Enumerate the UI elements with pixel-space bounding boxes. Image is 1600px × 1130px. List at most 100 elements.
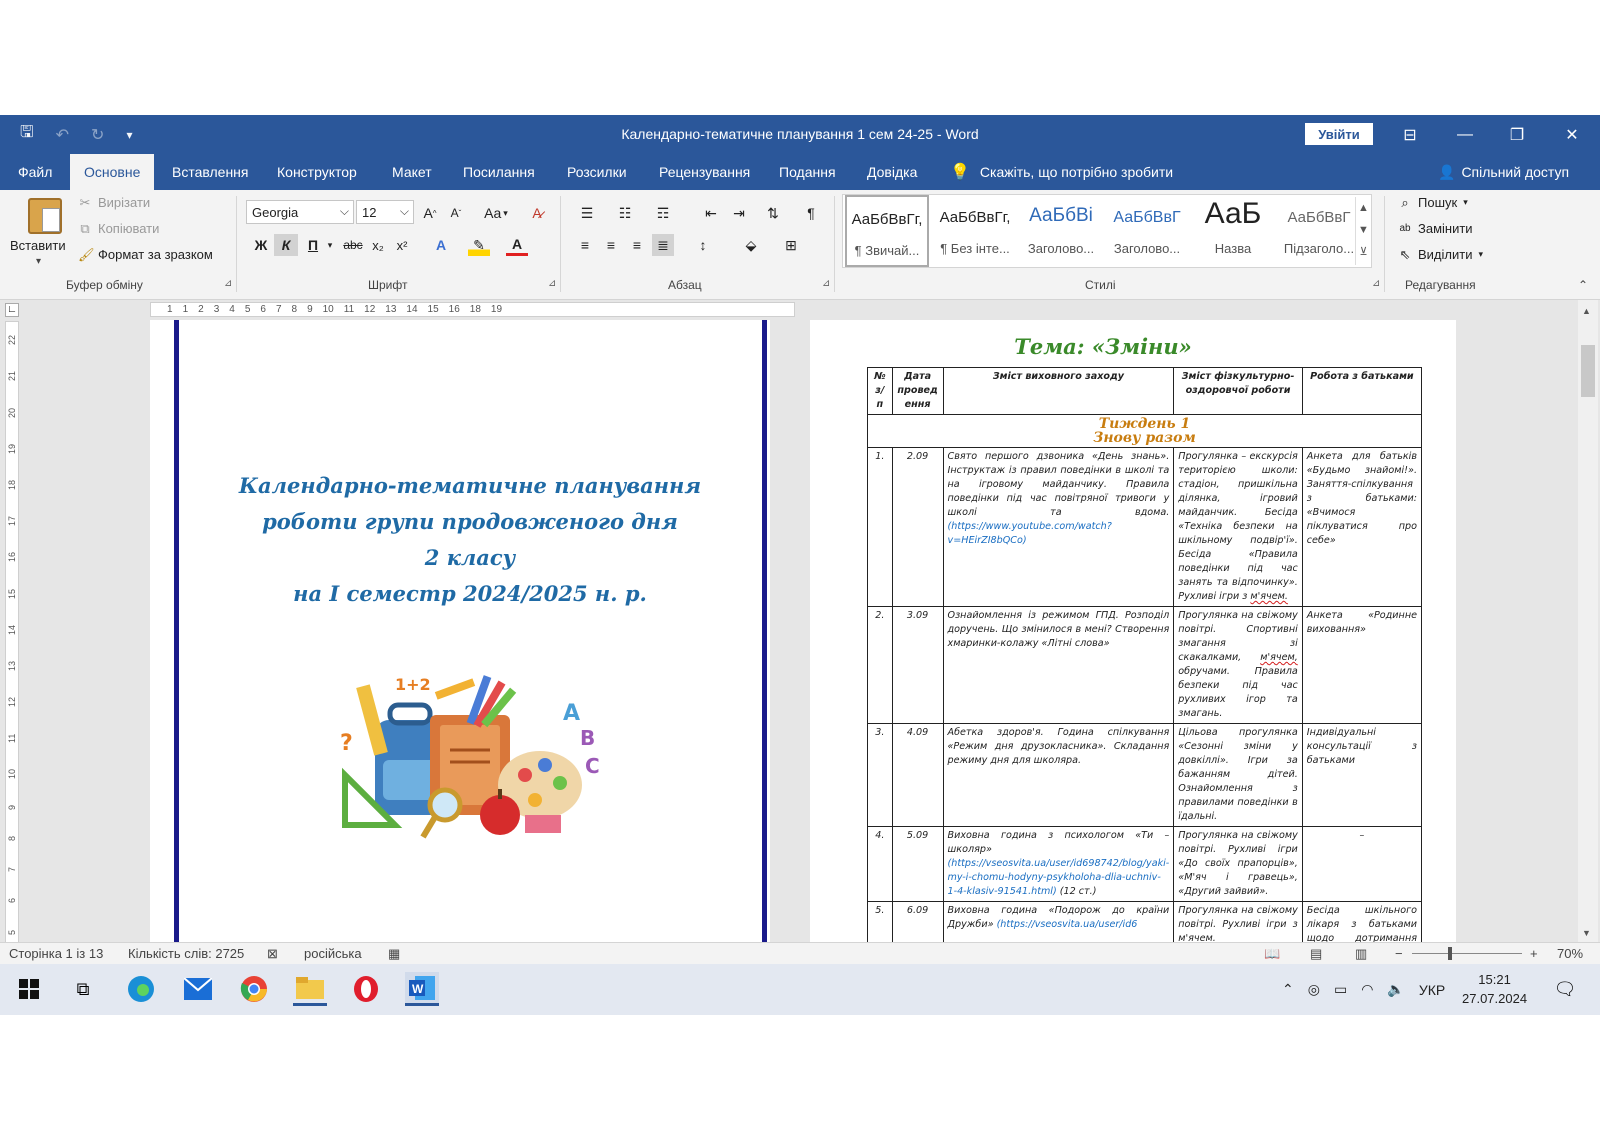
windows-start-icon[interactable] [12, 972, 46, 1006]
scroll-up-icon[interactable]: ▲ [1582, 306, 1591, 316]
italic-button[interactable]: К [274, 234, 298, 256]
strikethrough-button[interactable]: abc [340, 234, 366, 256]
align-right-icon[interactable]: ≡ [626, 234, 648, 256]
tab-file[interactable]: Файл [4, 154, 66, 190]
read-mode-icon[interactable]: 📖 [1264, 946, 1280, 962]
paste-dropdown-icon[interactable]: ▾ [36, 256, 41, 267]
word-taskbar-icon[interactable]: W [405, 972, 439, 1006]
change-case-button[interactable]: Aa ▾ [478, 202, 514, 224]
input-language[interactable]: УКР [1419, 982, 1445, 998]
close-icon[interactable]: ✕ [1547, 115, 1597, 154]
mail-icon[interactable] [181, 972, 215, 1006]
line-spacing-icon[interactable]: ↕ [690, 234, 716, 256]
tab-layout[interactable]: Макет [378, 154, 446, 190]
increase-indent-icon[interactable]: ⇥ [728, 202, 750, 224]
scrollbar-thumb[interactable] [1581, 345, 1595, 397]
superscript-button[interactable]: x² [392, 234, 412, 256]
tab-design[interactable]: Конструктор [263, 154, 371, 190]
subscript-button[interactable]: x₂ [368, 234, 388, 256]
edu-link[interactable]: (https://vseosvita.ua/user/id6 [997, 919, 1138, 930]
tab-insert[interactable]: Вставлення [158, 154, 263, 190]
align-center-icon[interactable]: ≡ [600, 234, 622, 256]
paste-button[interactable]: Вставити [10, 238, 66, 253]
format-painter-button[interactable]: 🖌 Формат за зразком [78, 247, 213, 262]
volume-icon[interactable]: 🔈 [1387, 981, 1404, 998]
language-indicator[interactable]: російська [304, 946, 362, 961]
battery-icon[interactable]: ▭ [1334, 981, 1347, 998]
tab-help[interactable]: Довідка [853, 154, 931, 190]
vertical-scrollbar[interactable]: ▲ ▼ [1578, 300, 1598, 945]
share-button[interactable]: 👤 Спільний доступ [1438, 154, 1569, 190]
tab-selector-icon[interactable]: ∟ [5, 303, 19, 317]
shading-icon[interactable]: ⬙ [738, 234, 764, 256]
style-heading2[interactable]: АаБбВвГ Заголово... [1105, 195, 1189, 267]
webcam-icon[interactable]: ◎ [1308, 981, 1320, 998]
style-subtitle[interactable]: АаБбВвГ Підзаголо... [1277, 195, 1361, 267]
zoom-slider-track[interactable] [1412, 953, 1522, 954]
font-color-icon[interactable]: A [506, 234, 528, 256]
proofing-icon[interactable]: ⊠ [267, 946, 278, 962]
style-heading1[interactable]: АаБбВі Заголово... [1019, 195, 1103, 267]
web-layout-icon[interactable]: ▥ [1355, 946, 1367, 962]
sort-icon[interactable]: ⇅ [762, 202, 784, 224]
align-left-icon[interactable]: ≡ [574, 234, 596, 256]
page-plan[interactable]: Тема: «Зміни» № з/п Дата провед ення Змі… [810, 320, 1456, 1015]
zoom-level[interactable]: 70% [1557, 946, 1583, 961]
edu-link[interactable]: (https://www.youtube.com/watch?v=HEirZI8… [948, 521, 1112, 546]
task-view-icon[interactable]: ⧉ [66, 972, 100, 1006]
highlight-icon[interactable]: ✎ [468, 234, 490, 256]
zoom-out-icon[interactable]: − [1395, 946, 1403, 961]
decrease-indent-icon[interactable]: ⇤ [700, 202, 722, 224]
bold-button[interactable]: Ж [250, 234, 272, 256]
scroll-down-icon[interactable]: ▼ [1582, 928, 1591, 938]
tell-me-search[interactable]: 💡 Скажіть, що потрібно зробити [950, 154, 1173, 190]
pilcrow-icon[interactable]: ¶ [800, 202, 822, 224]
style-title[interactable]: АаБ Назва [1191, 195, 1275, 267]
page-count[interactable]: Сторінка 1 із 13 [9, 946, 103, 961]
horizontal-ruler[interactable]: 1 1 2 3 4 5 6 7 8 9 10 11 12 13 14 15 16 18 19 [150, 302, 795, 317]
find-button[interactable]: ⌕ Пошук ▾ [1398, 195, 1467, 210]
bullets-icon[interactable]: ☰ [574, 202, 600, 224]
multilevel-list-icon[interactable]: ☶ [650, 202, 676, 224]
style-no-spacing[interactable]: АаБбВвГг, ¶ Без інте... [933, 195, 1017, 267]
cut-button[interactable]: ✂ Вирізати [78, 195, 151, 210]
restore-icon[interactable]: ❐ [1492, 115, 1542, 154]
opera-icon[interactable] [349, 972, 383, 1006]
tab-references[interactable]: Посилання [449, 154, 549, 190]
minimize-icon[interactable]: — [1440, 115, 1490, 154]
text-effects-icon[interactable]: A [430, 234, 452, 256]
dialog-launcher-icon[interactable]: ⊿ [1372, 278, 1380, 289]
dialog-launcher-icon[interactable]: ⊿ [224, 278, 232, 289]
font-size-dropdown[interactable]: 12 ⌵ [356, 200, 414, 224]
grow-font-icon[interactable]: A ^ [420, 202, 440, 224]
underline-dropdown-icon[interactable]: ▾ [325, 234, 335, 256]
edge-icon[interactable] [124, 972, 158, 1006]
select-button[interactable]: ⇖ Виділити ▾ [1398, 247, 1483, 262]
word-count[interactable]: Кількість слів: 2725 [128, 946, 244, 961]
clear-formatting-icon[interactable]: A̷ [526, 202, 548, 224]
tab-home[interactable]: Основне [70, 154, 155, 190]
tab-review[interactable]: Рецензування [645, 154, 764, 190]
justify-icon[interactable]: ≣ [652, 234, 674, 256]
shrink-font-icon[interactable]: Aˇ [446, 202, 466, 224]
tab-mailings[interactable]: Розсилки [553, 154, 641, 190]
notifications-icon[interactable]: 🗨 [1548, 972, 1582, 1006]
file-explorer-icon[interactable] [293, 972, 327, 1006]
zoom-slider-thumb[interactable] [1448, 947, 1452, 960]
copy-button[interactable]: ⧉ Копіювати [78, 221, 159, 236]
edu-link[interactable]: (https://vseosvita.ua/user/id698742/blog… [948, 858, 1170, 897]
wifi-icon[interactable]: ◠ [1361, 981, 1373, 998]
font-name-dropdown[interactable]: Georgia ⌵ [246, 200, 354, 224]
macro-icon[interactable]: ▦ [388, 946, 400, 962]
numbering-icon[interactable]: ☷ [612, 202, 638, 224]
replace-button[interactable]: ab Замінити [1398, 221, 1472, 236]
tab-view[interactable]: Подання [765, 154, 850, 190]
collapse-ribbon-icon[interactable]: ⌃ [1578, 278, 1588, 292]
sign-in-button[interactable]: Увійти [1305, 123, 1373, 145]
print-layout-icon[interactable]: ▤ [1310, 946, 1322, 962]
borders-icon[interactable]: ⊞ [778, 234, 804, 256]
style-normal[interactable]: АаБбВвГг, ¶ Звичай... [845, 195, 929, 267]
show-hidden-icons-icon[interactable]: ⌃ [1282, 981, 1294, 998]
paste-icon[interactable] [28, 198, 62, 234]
chrome-icon[interactable] [237, 972, 271, 1006]
